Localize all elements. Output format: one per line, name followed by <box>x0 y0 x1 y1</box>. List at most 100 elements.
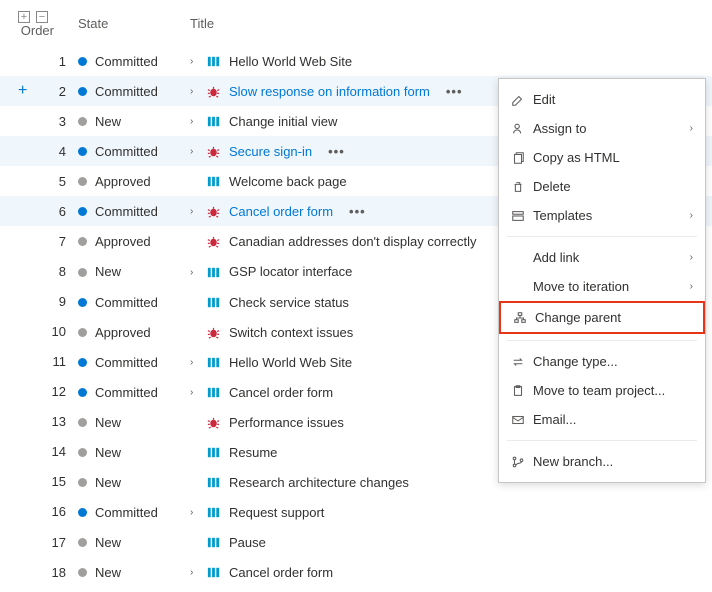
state-dot-icon <box>78 478 87 487</box>
backlog-item-icon <box>206 295 221 310</box>
state-label: Committed <box>95 204 158 219</box>
mail-icon <box>511 413 533 427</box>
menu-change-type[interactable]: Change type... <box>499 347 705 376</box>
person-icon <box>511 122 533 136</box>
menu-add-link[interactable]: Add link › <box>499 243 705 272</box>
state-dot-icon <box>78 207 87 216</box>
work-item-title[interactable]: Change initial view <box>229 114 337 129</box>
menu-copy-html[interactable]: Copy as HTML <box>499 143 705 172</box>
chevron-right-icon[interactable]: › <box>190 267 202 278</box>
chevron-right-icon[interactable]: › <box>190 507 202 518</box>
order-cell: 10 <box>0 317 72 347</box>
backlog-item-icon <box>206 54 221 69</box>
work-item-title[interactable]: Request support <box>229 505 324 520</box>
work-item-title[interactable]: Hello World Web Site <box>229 355 352 370</box>
menu-copy-html-label: Copy as HTML <box>533 150 693 165</box>
menu-delete[interactable]: Delete <box>499 172 705 201</box>
chevron-right-icon[interactable]: › <box>190 387 202 398</box>
order-cell: 14 <box>0 437 72 467</box>
state-cell: Committed <box>72 196 184 226</box>
work-item-title[interactable]: Slow response on information form <box>229 84 430 99</box>
state-label: Committed <box>95 144 158 159</box>
menu-new-branch[interactable]: New branch... <box>499 447 705 476</box>
work-item-title[interactable]: Cancel order form <box>229 565 333 580</box>
state-dot-icon <box>78 538 87 547</box>
state-cell: Committed <box>72 287 184 317</box>
menu-email[interactable]: Email... <box>499 405 705 434</box>
state-dot-icon <box>78 147 87 156</box>
table-row[interactable]: 16Committed›Request support <box>0 497 712 527</box>
menu-templates[interactable]: Templates › <box>499 201 705 230</box>
work-item-title[interactable]: Welcome back page <box>229 174 347 189</box>
state-dot-icon <box>78 237 87 246</box>
state-cell: New <box>72 557 184 587</box>
state-label: New <box>95 565 121 580</box>
work-item-title[interactable]: Hello World Web Site <box>229 54 352 69</box>
bug-icon <box>206 234 221 249</box>
expand-all-icon[interactable]: + <box>18 11 30 23</box>
state-cell: Committed <box>72 347 184 377</box>
work-item-title[interactable]: Performance issues <box>229 415 344 430</box>
state-cell: Approved <box>72 226 184 256</box>
more-actions-button[interactable]: ••• <box>446 84 463 99</box>
order-cell: 11 <box>0 347 72 377</box>
more-actions-button[interactable]: ••• <box>349 204 366 219</box>
templates-icon <box>511 209 533 223</box>
state-cell: Committed <box>72 497 184 527</box>
title-cell: › Hello World Web Site <box>184 46 712 76</box>
chevron-right-icon[interactable]: › <box>190 357 202 368</box>
menu-move-iteration-label: Move to iteration <box>533 279 690 294</box>
state-cell: New <box>72 437 184 467</box>
table-row[interactable]: 17NewPause <box>0 527 712 557</box>
work-item-title[interactable]: GSP locator interface <box>229 265 352 280</box>
chevron-right-icon[interactable]: › <box>190 116 202 127</box>
menu-change-parent-label: Change parent <box>535 310 691 325</box>
state-label: Committed <box>95 295 158 310</box>
chevron-right-icon[interactable]: › <box>190 86 202 97</box>
backlog-item-icon <box>206 355 221 370</box>
bug-icon <box>206 325 221 340</box>
state-cell: Committed <box>72 76 184 106</box>
work-item-title[interactable]: Pause <box>229 535 266 550</box>
more-actions-button[interactable]: ••• <box>328 144 345 159</box>
state-dot-icon <box>78 268 87 277</box>
col-order[interactable]: + − Order <box>0 0 72 46</box>
state-dot-icon <box>78 358 87 367</box>
menu-email-label: Email... <box>533 412 693 427</box>
menu-assign-to[interactable]: Assign to › <box>499 114 705 143</box>
chevron-right-icon[interactable]: › <box>190 567 202 578</box>
menu-move-project-label: Move to team project... <box>533 383 693 398</box>
order-cell: 18 <box>0 557 72 587</box>
work-item-title[interactable]: Canadian addresses don't display correct… <box>229 234 476 249</box>
backlog-item-icon <box>206 114 221 129</box>
chevron-right-icon[interactable]: › <box>190 206 202 217</box>
collapse-all-icon[interactable]: − <box>36 11 48 23</box>
chevron-right-icon[interactable]: › <box>190 56 202 67</box>
menu-move-iteration[interactable]: Move to iteration › <box>499 272 705 301</box>
state-dot-icon <box>78 87 87 96</box>
title-cell: › Cancel order form <box>184 557 712 587</box>
work-item-title[interactable]: Research architecture changes <box>229 475 409 490</box>
add-item-button[interactable]: + <box>18 82 27 100</box>
title-cell: › Request support <box>184 497 712 527</box>
state-cell: New <box>72 256 184 286</box>
order-cell: 17 <box>0 527 72 557</box>
backlog-item-icon <box>206 174 221 189</box>
col-state[interactable]: State <box>72 0 184 46</box>
menu-change-parent[interactable]: Change parent <box>499 301 705 334</box>
work-item-title[interactable]: Switch context issues <box>229 325 353 340</box>
order-cell: 1 <box>0 46 72 76</box>
table-row[interactable]: 18 New › Cancel order form <box>0 557 712 587</box>
work-item-title[interactable]: Cancel order form <box>229 204 333 219</box>
menu-move-project[interactable]: Move to team project... <box>499 376 705 405</box>
work-item-title[interactable]: Cancel order form <box>229 385 333 400</box>
state-cell: Committed <box>72 377 184 407</box>
state-cell: New <box>72 106 184 136</box>
col-title[interactable]: Title <box>184 0 712 46</box>
work-item-title[interactable]: Secure sign-in <box>229 144 312 159</box>
work-item-title[interactable]: Check service status <box>229 295 349 310</box>
table-row[interactable]: 1Committed›Hello World Web Site <box>0 46 712 76</box>
work-item-title[interactable]: Resume <box>229 445 277 460</box>
chevron-right-icon[interactable]: › <box>190 146 202 157</box>
menu-edit[interactable]: Edit <box>499 85 705 114</box>
